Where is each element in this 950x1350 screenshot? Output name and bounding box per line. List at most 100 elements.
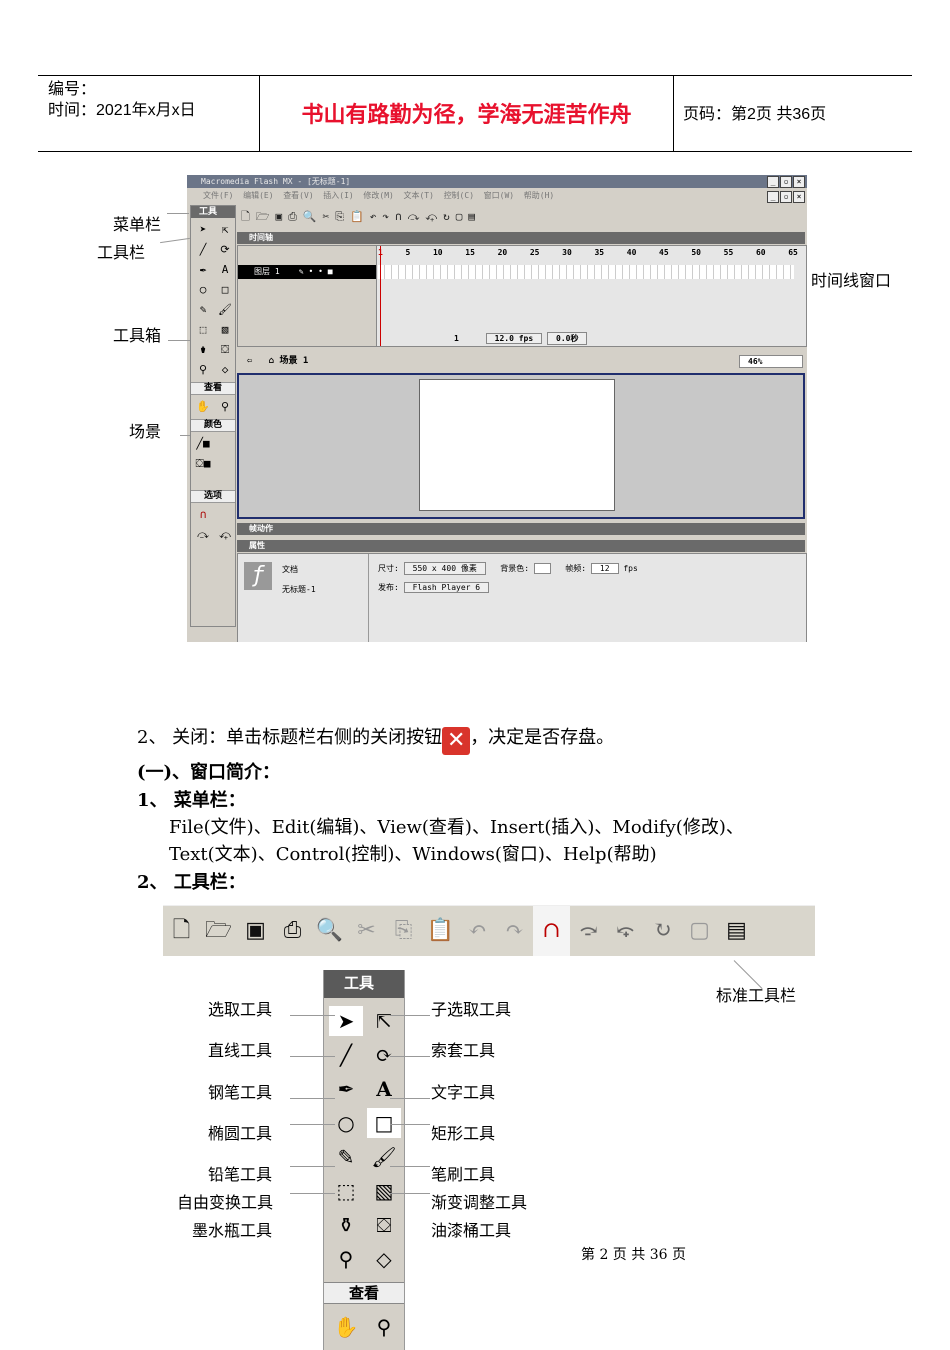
- minimize-icon[interactable]: _: [767, 176, 779, 188]
- copy-icon[interactable]: ⎘: [385, 906, 422, 956]
- layer-row[interactable]: 图层 1 ✎ • • ■: [238, 265, 376, 279]
- toolbox-view-section: 查看: [324, 1282, 404, 1304]
- brush-icon[interactable]: 🖌: [215, 301, 235, 319]
- zoom-icon[interactable]: ⚲: [215, 398, 235, 416]
- oval-icon[interactable]: ○: [193, 281, 213, 299]
- new-file-icon[interactable]: 🗋: [163, 906, 200, 956]
- rectangle-icon[interactable]: □: [215, 281, 235, 299]
- paint-bucket-icon[interactable]: ⛋: [215, 341, 235, 359]
- close-instruction: 2、 关闭：单击标题栏右侧的关闭按钮 ✕ ，决定是否存盘。: [137, 727, 615, 755]
- straighten-icon[interactable]: ⤽: [607, 906, 644, 956]
- fill-color-icon[interactable]: ⛋■: [193, 455, 213, 473]
- timeline-header[interactable]: 时间轴: [237, 232, 805, 244]
- ink-bottle-icon[interactable]: ⚱: [329, 1210, 363, 1240]
- smooth-icon[interactable]: ⤼: [193, 526, 213, 544]
- undo-icon[interactable]: ↶: [459, 906, 496, 956]
- dropper-icon[interactable]: ⚲: [329, 1244, 363, 1274]
- menu-item-view[interactable]: 查看(V): [283, 191, 313, 200]
- dropper-icon[interactable]: ⚲: [193, 361, 213, 379]
- menu-item-control[interactable]: 控制(C): [444, 191, 474, 200]
- lasso-icon[interactable]: ⟳: [215, 241, 235, 259]
- lasso-icon[interactable]: ⟳: [367, 1040, 401, 1070]
- paste-icon[interactable]: 📋: [422, 906, 459, 956]
- rectangle-icon[interactable]: □: [367, 1108, 401, 1138]
- publish-button[interactable]: Flash Player 6: [403, 582, 490, 593]
- restore-icon[interactable]: ▫: [780, 176, 792, 188]
- eraser-icon[interactable]: ◇: [367, 1244, 401, 1274]
- minimize-icon[interactable]: _: [767, 191, 779, 203]
- paint-bucket-icon[interactable]: ⛋: [367, 1210, 401, 1240]
- zoom-icon[interactable]: ⚲: [367, 1312, 401, 1342]
- scale-icon[interactable]: ▢: [681, 906, 718, 956]
- label-ink-bottle-tool: 墨水瓶工具: [192, 1221, 273, 1240]
- label-fill-transform-tool: 渐变调整工具: [431, 1193, 528, 1212]
- text-icon[interactable]: A: [367, 1074, 401, 1104]
- snap-magnet-icon[interactable]: ∩: [533, 906, 570, 956]
- properties-panel: ƒ 文档 无标题-1 尺寸: 550 x 400 像素 背景色: 帧频: 12 …: [237, 553, 807, 642]
- scene-name[interactable]: 场景 1: [280, 356, 309, 366]
- straighten-icon[interactable]: ⤽: [215, 526, 235, 544]
- timeline-status: 1 12.0 fps 0.0秒: [388, 332, 588, 345]
- label-select-tool: 选取工具: [208, 1000, 273, 1019]
- line-icon[interactable]: ╱: [193, 241, 213, 259]
- redo-icon[interactable]: ↷: [496, 906, 533, 956]
- pen-icon[interactable]: ✒: [329, 1074, 363, 1104]
- fill-transform-icon[interactable]: ▧: [215, 321, 235, 339]
- size-button[interactable]: 550 x 400 像素: [403, 562, 486, 575]
- subselect-icon[interactable]: ⇱: [367, 1006, 401, 1036]
- free-transform-icon[interactable]: ⬚: [329, 1176, 363, 1206]
- timeline-panel: 图层 1 ✎ • • ■ 15101520253035404550556065 …: [237, 245, 807, 347]
- hand-icon[interactable]: ✋: [329, 1312, 363, 1342]
- menu-item-text[interactable]: 文本(T): [403, 191, 433, 200]
- line-icon[interactable]: ╱: [329, 1040, 363, 1070]
- standard-toolbar-strip: 🗋 🗁 ▣ ⎙ 🔍 ✂ ⎘ 📋 ↶ ↷ ∩ ⤼ ⤽ ↻ ▢ ▤: [163, 905, 815, 956]
- align-icon[interactable]: ▤: [718, 906, 755, 956]
- smooth-icon[interactable]: ⤼: [570, 906, 607, 956]
- label-rectangle-tool: 矩形工具: [431, 1124, 496, 1143]
- close-icon[interactable]: ×: [793, 191, 805, 203]
- label-paint-bucket-tool: 油漆桶工具: [431, 1221, 512, 1240]
- toolbox-grid: ➤ ⇱ ╱ ⟳ ✒ A ○ □ ✎ 🖌 ⬚ ▧ ⚱ ⛋ ⚲ ◇: [324, 998, 404, 1282]
- properties-panel-header[interactable]: 属性: [237, 540, 805, 552]
- eraser-icon[interactable]: ◇: [215, 361, 235, 379]
- menu-item-window[interactable]: 窗口(W): [484, 191, 514, 200]
- stroke-color-icon[interactable]: ╱■: [193, 435, 213, 453]
- rotate-icon[interactable]: ↻: [644, 906, 681, 956]
- arrow-icon[interactable]: ➤: [193, 221, 213, 239]
- actions-panel-header[interactable]: 帧动作: [237, 523, 805, 535]
- transform-icon[interactable]: ⬚: [193, 321, 213, 339]
- framerate-input[interactable]: 12: [590, 563, 619, 574]
- text-icon[interactable]: A: [215, 261, 235, 279]
- bg-color-swatch[interactable]: [533, 563, 551, 574]
- open-icon[interactable]: 🗁: [200, 906, 237, 956]
- subselect-icon[interactable]: ⇱: [215, 221, 235, 239]
- stage-canvas[interactable]: [419, 379, 615, 511]
- restore-icon[interactable]: ▫: [780, 191, 792, 203]
- pencil-icon[interactable]: ✎: [193, 301, 213, 319]
- fill-transform-icon[interactable]: ▧: [367, 1176, 401, 1206]
- frame-cells[interactable]: [378, 265, 794, 279]
- print-preview-icon[interactable]: 🔍: [311, 906, 348, 956]
- header-meta: 编号： 时间：2021年x月x日: [38, 76, 260, 151]
- menu-item-insert[interactable]: 插入(I): [323, 191, 353, 200]
- option-tools: ∩ ⤼ ⤽: [191, 503, 235, 547]
- menu-item-file[interactable]: 文件(F): [203, 191, 233, 200]
- menu-item-help[interactable]: 帮助(H): [524, 191, 554, 200]
- pencil-icon[interactable]: ✎: [329, 1142, 363, 1172]
- menu-item-edit[interactable]: 编辑(E): [243, 191, 273, 200]
- cut-icon[interactable]: ✂: [348, 906, 385, 956]
- oval-icon[interactable]: ○: [329, 1108, 363, 1138]
- print-icon[interactable]: ⎙: [274, 906, 311, 956]
- magnet-icon[interactable]: ∩: [193, 506, 213, 524]
- ink-bottle-icon[interactable]: ⚱: [193, 341, 213, 359]
- menu-item-modify[interactable]: 修改(M): [363, 191, 393, 200]
- pen-icon[interactable]: ✒: [193, 261, 213, 279]
- save-icon[interactable]: ▣: [237, 906, 274, 956]
- playhead[interactable]: [380, 246, 381, 346]
- brush-icon[interactable]: 🖌: [367, 1142, 401, 1172]
- zoom-select[interactable]: 46%: [739, 355, 803, 368]
- label-standard-toolbar: 标准工具栏: [716, 986, 797, 1005]
- close-icon[interactable]: ×: [793, 176, 805, 188]
- hand-icon[interactable]: ✋: [193, 398, 213, 416]
- arrow-icon[interactable]: ➤: [329, 1006, 363, 1036]
